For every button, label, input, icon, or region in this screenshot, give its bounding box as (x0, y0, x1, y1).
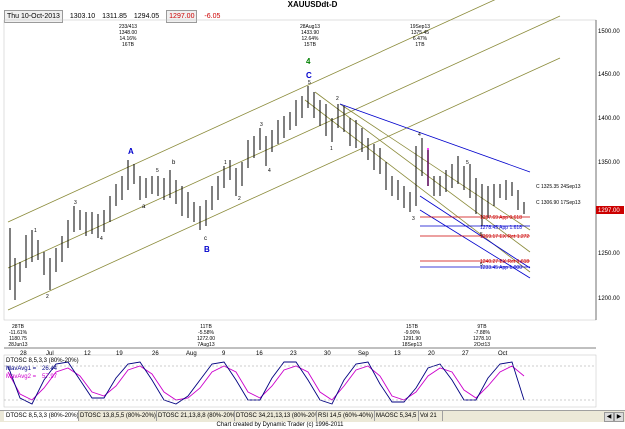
price-panel (3, 19, 597, 321)
tab-dtosc-34[interactable]: DTOSC 34,21,13,13 (80%-20%) (234, 411, 317, 421)
credit-text: Chart created by Dynamic Trader (c) 1996… (216, 422, 344, 428)
svg-text:4: 4 (306, 57, 311, 66)
svg-text:26.44: 26.44 (42, 366, 58, 372)
tab-vol[interactable]: Vol 21 (418, 411, 443, 421)
svg-text:2: 2 (336, 96, 339, 102)
tab-dtosc-21[interactable]: DTOSC 21,13,8,8 (80%-20%) (156, 411, 235, 421)
indicator-legend: DTOSC 8,5,3,3 (80%-20%) MavAvg1 = 26.44 … (6, 358, 79, 380)
svg-text:57.97: 57.97 (42, 374, 58, 380)
indicator-lines (7, 361, 525, 405)
price-label: 1500.00 (598, 29, 620, 35)
svg-text:3: 3 (74, 200, 77, 206)
tab-maosc[interactable]: MAOSC 5,34,5 (374, 411, 419, 421)
scroll-left-button[interactable]: ◀ (604, 412, 614, 422)
svg-text:5: 5 (156, 168, 159, 174)
swing-high-labels: 233/413 1348.00 14.16% 16TB 28Aug13 1433… (119, 24, 430, 48)
tab-dtosc-8[interactable]: DTOSC 8,5,3,3 (80%-20%) (4, 411, 79, 421)
price-label: 1400.00 (598, 116, 620, 122)
swing-low-labels: 28TB -11.61% 1180.75 28Jun13 11TB -5.58%… (8, 324, 491, 348)
blue-trendlines (339, 103, 531, 279)
svg-text:9: 9 (222, 351, 226, 357)
svg-text:28: 28 (20, 351, 27, 357)
date-axis: 28 Jul 12 19 26 Aug 9 16 23 30 Sep 13 20… (4, 347, 596, 357)
svg-text:16: 16 (256, 351, 263, 357)
tab-dtosc-13[interactable]: DTOSC 13,8,5,5 (80%-20%) (78, 411, 157, 421)
svg-text:23: 23 (290, 351, 297, 357)
svg-text:DTOSC 8,5,3,3 (80%-20%): DTOSC 8,5,3,3 (80%-20%) (6, 358, 79, 364)
svg-text:3: 3 (412, 216, 415, 222)
svg-text:C 1306.90 17Sep13: C 1306.90 17Sep13 (536, 200, 581, 206)
svg-text:1: 1 (224, 160, 227, 166)
svg-text:1269.17 EX Ret 1.272: 1269.17 EX Ret 1.272 (480, 234, 529, 240)
svg-text:1: 1 (34, 228, 37, 234)
svg-text:1278.45 App 1.618: 1278.45 App 1.618 (480, 225, 522, 231)
svg-text:3: 3 (260, 122, 263, 128)
trend-channel (7, 0, 561, 311)
current-price-label: 1297.00 (598, 208, 620, 214)
svg-text:5: 5 (466, 160, 469, 166)
chart-window: XAUUSDdt-D Thu 10-Oct-2013 1303.10 1311.… (0, 0, 625, 429)
svg-text:B: B (204, 245, 210, 254)
svg-text:c: c (204, 236, 207, 242)
svg-text:1TB: 1TB (415, 42, 425, 48)
svg-text:19: 19 (116, 351, 123, 357)
svg-text:4: 4 (418, 132, 421, 138)
svg-text:MavAvg2 =: MavAvg2 = (6, 374, 37, 380)
svg-text:28Jun13: 28Jun13 (8, 342, 27, 348)
svg-text:2: 2 (46, 294, 49, 300)
svg-text:C 1325.35 24Sep13: C 1325.35 24Sep13 (536, 184, 581, 190)
svg-text:b: b (172, 160, 176, 166)
price-label: 1250.00 (598, 251, 620, 257)
svg-text:1287.69 App 0.618: 1287.69 App 0.618 (480, 215, 522, 221)
svg-text:Jul: Jul (46, 351, 54, 357)
svg-text:26: 26 (152, 351, 159, 357)
svg-text:1233.45 App 1.000: 1233.45 App 1.000 (480, 265, 522, 271)
svg-text:15TB: 15TB (304, 42, 317, 48)
chart-canvas[interactable]: 1500.00 1450.00 1400.00 1350.00 1250.00 … (0, 0, 625, 429)
svg-text:Oct: Oct (498, 351, 508, 357)
price-label: 1350.00 (598, 160, 620, 166)
svg-text:Sep: Sep (358, 351, 369, 357)
svg-text:12: 12 (84, 351, 91, 357)
scroll-right-button[interactable]: ▶ (614, 412, 624, 422)
price-axis: 1500.00 1450.00 1400.00 1350.00 1250.00 … (595, 20, 620, 320)
svg-text:20: 20 (428, 351, 435, 357)
tab-rsi[interactable]: RSI 14,5 (60%-40%) (316, 411, 375, 421)
svg-text:4: 4 (100, 236, 103, 242)
svg-text:1: 1 (330, 146, 333, 152)
price-label: 1450.00 (598, 72, 620, 78)
svg-text:2Oct13: 2Oct13 (474, 342, 490, 348)
price-bars (9, 86, 525, 300)
svg-text:MavAvg1 =: MavAvg1 = (6, 366, 37, 372)
svg-text:C: C (306, 71, 312, 80)
svg-text:27: 27 (462, 351, 469, 357)
svg-text:5: 5 (308, 80, 311, 86)
price-label: 1200.00 (598, 296, 620, 302)
svg-text:16TB: 16TB (122, 42, 135, 48)
svg-text:2: 2 (238, 196, 241, 202)
svg-text:7Aug13: 7Aug13 (197, 342, 214, 348)
svg-text:30: 30 (324, 351, 331, 357)
level-labels: C 1325.35 24Sep13 C 1306.90 17Sep13 1287… (480, 184, 581, 271)
svg-text:Aug: Aug (186, 351, 197, 357)
svg-text:A: A (128, 147, 134, 156)
svg-text:13: 13 (394, 351, 401, 357)
svg-text:4: 4 (268, 168, 271, 174)
svg-text:18Sep13: 18Sep13 (402, 342, 422, 348)
